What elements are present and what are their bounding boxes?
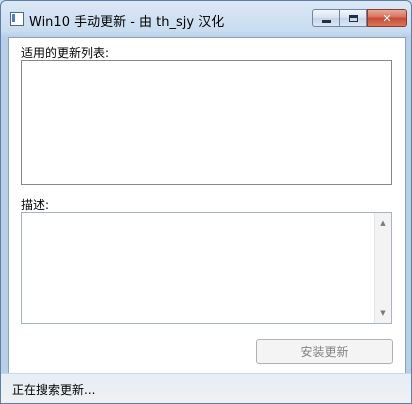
app-icon: [10, 12, 24, 26]
scroll-up-icon[interactable]: ▲: [375, 215, 391, 231]
title-bar[interactable]: Win10 手动更新 - 由 th_sjy 汉化 ✕: [1, 1, 411, 37]
maximize-button[interactable]: [339, 9, 367, 27]
client-area: 适用的更新列表: 描述: ▲ ▼ 安装更新: [8, 37, 406, 375]
description-label: 描述:: [21, 198, 50, 212]
minimize-icon: [321, 19, 331, 23]
window-title: Win10 手动更新 - 由 th_sjy 汉化: [29, 15, 225, 30]
install-updates-button[interactable]: 安装更新: [256, 339, 393, 364]
update-list[interactable]: [21, 60, 392, 185]
status-text: 正在搜索更新...: [12, 383, 96, 397]
update-list-label: 适用的更新列表:: [21, 46, 110, 60]
close-button[interactable]: ✕: [367, 9, 407, 27]
close-icon: ✕: [382, 11, 392, 25]
main-window: Win10 手动更新 - 由 th_sjy 汉化 ✕ 适用的更新列表: 描述: …: [0, 0, 412, 404]
status-bar: 正在搜索更新...: [1, 373, 411, 403]
description-box[interactable]: ▲ ▼: [21, 212, 392, 324]
minimize-button[interactable]: [312, 9, 340, 27]
maximize-icon: [348, 14, 358, 22]
description-scrollbar[interactable]: ▲ ▼: [374, 213, 391, 323]
scroll-down-icon[interactable]: ▼: [375, 305, 391, 321]
